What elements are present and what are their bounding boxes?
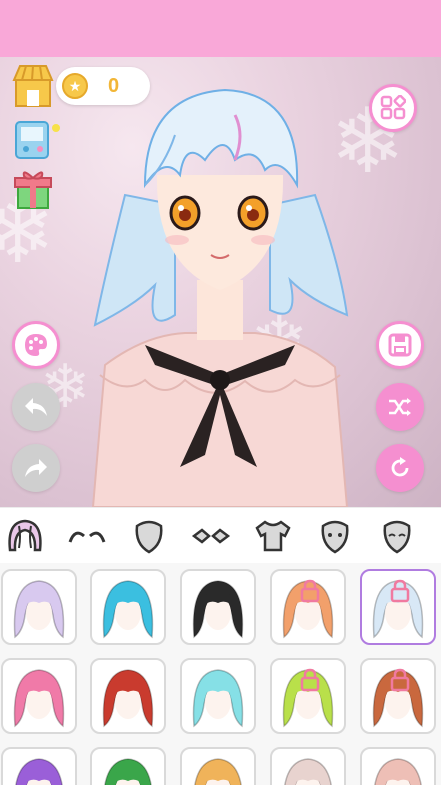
coin-value: 0 bbox=[108, 75, 120, 97]
hair-item[interactable] bbox=[90, 569, 166, 645]
hair-style-thumbnail bbox=[102, 669, 154, 728]
palette-icon bbox=[25, 334, 47, 356]
hair-item[interactable] bbox=[270, 747, 346, 785]
menu-button[interactable] bbox=[369, 84, 417, 132]
category-tab-bar bbox=[0, 507, 441, 564]
tab-eyebrows-icon[interactable] bbox=[67, 516, 107, 556]
tab-blush-icon[interactable] bbox=[377, 516, 417, 556]
save-icon bbox=[388, 333, 412, 357]
hair-style-thumbnail bbox=[102, 580, 154, 639]
hair-style-thumbnail bbox=[15, 758, 63, 785]
gift-icon[interactable] bbox=[12, 168, 54, 210]
reset-button[interactable] bbox=[376, 444, 424, 492]
character-avatar bbox=[91, 88, 349, 507]
shop-icon[interactable] bbox=[12, 64, 54, 108]
lock-icon bbox=[300, 579, 320, 603]
hair-item[interactable] bbox=[180, 747, 256, 785]
hair-item[interactable] bbox=[90, 658, 166, 734]
hair-item[interactable] bbox=[90, 747, 166, 785]
hair-item[interactable] bbox=[1, 569, 77, 645]
lock-icon bbox=[390, 668, 410, 692]
hair-item-grid bbox=[0, 563, 441, 785]
hair-style-thumbnail bbox=[192, 669, 244, 728]
hair-item[interactable] bbox=[270, 658, 346, 734]
tab-shirt-icon[interactable] bbox=[253, 516, 293, 556]
hair-item[interactable] bbox=[360, 658, 436, 734]
lock-icon bbox=[300, 668, 320, 692]
refresh-icon bbox=[391, 457, 409, 477]
lock-icon bbox=[390, 579, 410, 603]
hair-item[interactable] bbox=[1, 658, 77, 734]
game-console-icon[interactable] bbox=[14, 120, 62, 160]
coin-counter: ★ 0 bbox=[56, 67, 150, 105]
hair-item[interactable] bbox=[1, 747, 77, 785]
hair-item[interactable] bbox=[360, 569, 436, 645]
hair-style-thumbnail bbox=[194, 758, 242, 785]
hair-style-thumbnail bbox=[13, 669, 65, 728]
tab-hair-icon[interactable] bbox=[5, 516, 45, 556]
tab-face-icon[interactable] bbox=[129, 516, 169, 556]
hair-style-thumbnail bbox=[13, 580, 65, 639]
grid-menu-icon bbox=[380, 95, 406, 120]
undo-button[interactable] bbox=[12, 383, 60, 431]
hair-item[interactable] bbox=[360, 747, 436, 785]
hair-style-thumbnail bbox=[192, 580, 244, 639]
top-bar bbox=[0, 0, 441, 57]
palette-button[interactable] bbox=[12, 321, 60, 369]
shuffle-icon bbox=[389, 398, 411, 416]
hair-item[interactable] bbox=[270, 569, 346, 645]
redo-button[interactable] bbox=[12, 444, 60, 492]
tab-eyes-icon[interactable] bbox=[191, 516, 231, 556]
hair-style-thumbnail bbox=[104, 758, 152, 785]
undo-icon bbox=[25, 398, 47, 416]
star-coin-icon: ★ bbox=[62, 73, 88, 99]
hair-item[interactable] bbox=[180, 658, 256, 734]
tab-mouth-icon[interactable] bbox=[315, 516, 355, 556]
shuffle-button[interactable] bbox=[376, 383, 424, 431]
hair-item[interactable] bbox=[180, 569, 256, 645]
save-button[interactable] bbox=[376, 321, 424, 369]
hair-style-thumbnail bbox=[284, 758, 332, 785]
hair-style-thumbnail bbox=[374, 758, 422, 785]
redo-icon bbox=[25, 459, 47, 477]
